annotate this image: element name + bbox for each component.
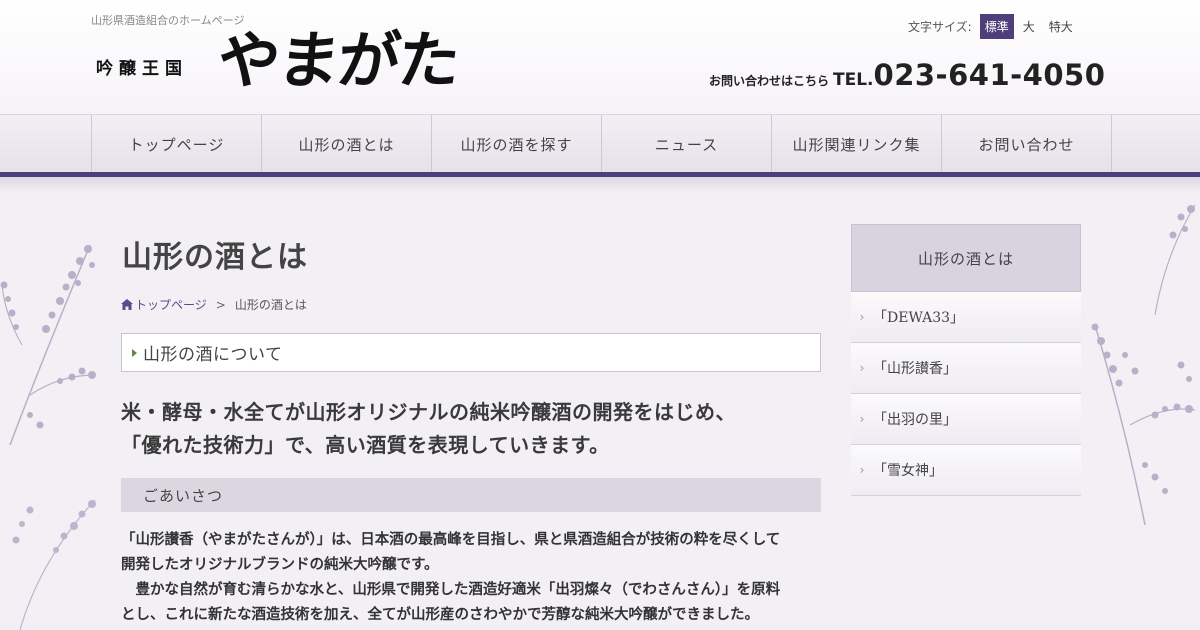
breadcrumb-separator: > (215, 297, 226, 312)
nav-list: トップページ 山形の酒とは 山形の酒を探す ニュース 山形関連リンク集 お問い合… (91, 115, 1112, 173)
font-size-label: 文字サイズ: (908, 19, 972, 34)
lead-line: 「優れた技術力」で、高い酒質を表現していきます。 (121, 433, 610, 457)
breadcrumb-home-label: トップページ (135, 298, 207, 312)
breadcrumb-home-link[interactable]: トップページ (121, 296, 207, 313)
nav-item-top[interactable]: トップページ (91, 115, 261, 173)
logo-main[interactable]: やまがた (214, 24, 462, 98)
body-line: 開発したオリジナルブランドの純米大吟醸です。 (121, 556, 439, 573)
nav-item-contact[interactable]: お問い合わせ (941, 115, 1112, 173)
section-heading-text: 山形の酒について (143, 345, 283, 365)
body-line: 豊かな自然が育む清らかな水と、山形県で開発した酒造好適米「出羽燦々（でわさんさん… (121, 581, 781, 598)
flower-decoration-left-lower (12, 499, 96, 630)
body-line: とし、これに新たな酒造技術を加え、全てが山形産のさわやかで芳醇な純米大吟醸ができ… (121, 606, 759, 623)
lead-line: 米・酵母・水全てが山形オリジナルの純米吟醸酒の開発をはじめ、 (121, 400, 736, 424)
chevron-right-icon: › (859, 463, 865, 477)
sidebar-item-label: 「出羽の里」 (873, 412, 957, 428)
chevron-right-icon: › (859, 310, 865, 324)
nav-shadow (0, 177, 1200, 193)
nav-item-find-sake[interactable]: 山形の酒を探す (431, 115, 601, 173)
chevron-right-icon: › (859, 361, 865, 375)
global-nav: トップページ 山形の酒とは 山形の酒を探す ニュース 山形関連リンク集 お問い合… (0, 114, 1200, 173)
page-title: 山形の酒とは (122, 240, 308, 275)
sidebar-item-dewa-no-sato[interactable]: › 「出羽の里」 (851, 394, 1081, 445)
body-line: 「山形讃香（やまがたさんが）」は、日本酒の最高峰を目指し、県と県酒造組合が技術の… (121, 531, 781, 548)
sidebar-item-yamagata-sanga[interactable]: › 「山形讃香」 (851, 343, 1081, 394)
sidebar-title: 山形の酒とは (851, 224, 1081, 292)
site-header: 山形県酒造組合のホームページ 吟醸王国 やまがた 文字サイズ: 標準 大 特大 … (0, 0, 1200, 114)
triangle-bullet-icon (132, 348, 137, 357)
font-size-xlarge-button[interactable]: 特大 (1044, 14, 1078, 39)
logo-subtitle[interactable]: 吟醸王国 (96, 54, 188, 79)
lead-text: 米・酵母・水全てが山形オリジナルの純米吟醸酒の開発をはじめ、 「優れた技術力」で… (121, 396, 821, 462)
contact-phone: お問い合わせはこちら TEL. 023-641-4050 (709, 58, 1105, 92)
greeting-body: 「山形讃香（やまがたさんが）」は、日本酒の最高峰を目指し、県と県酒造組合が技術の… (121, 527, 821, 627)
tel-prefix: TEL. (833, 70, 874, 90)
sidebar-item-yuki-megami[interactable]: › 「雪女神」 (851, 445, 1081, 496)
sidebar-item-dewa33[interactable]: › 「DEWA33」 (851, 292, 1081, 343)
font-size-standard-button[interactable]: 標準 (979, 13, 1014, 39)
section-heading: 山形の酒について (121, 333, 821, 372)
home-icon (121, 299, 133, 310)
font-size-large-button[interactable]: 大 (1018, 14, 1040, 39)
nav-item-about-sake[interactable]: 山形の酒とは (261, 115, 431, 173)
nav-item-news[interactable]: ニュース (601, 115, 771, 173)
sidebar-item-label: 「DEWA33」 (873, 310, 965, 326)
tel-number[interactable]: 023-641-4050 (874, 58, 1106, 92)
flower-decoration-left (0, 244, 96, 446)
breadcrumb: トップページ > 山形の酒とは (121, 296, 307, 313)
font-size-switcher: 文字サイズ: 標準 大 特大 (908, 13, 1078, 39)
greeting-subheading: ごあいさつ (121, 478, 821, 512)
chevron-right-icon: › (859, 412, 865, 426)
sidebar-item-label: 「雪女神」 (873, 463, 943, 479)
flower-decoration-right (1091, 204, 1196, 525)
sidebar-item-label: 「山形讃香」 (873, 361, 957, 377)
sidebar-list: › 「DEWA33」 › 「山形讃香」 › 「出羽の里」 › 「雪女神」 (851, 292, 1081, 496)
nav-item-links[interactable]: 山形関連リンク集 (771, 115, 941, 173)
breadcrumb-current: 山形の酒とは (234, 298, 307, 312)
contact-label: お問い合わせはこちら (709, 74, 830, 88)
